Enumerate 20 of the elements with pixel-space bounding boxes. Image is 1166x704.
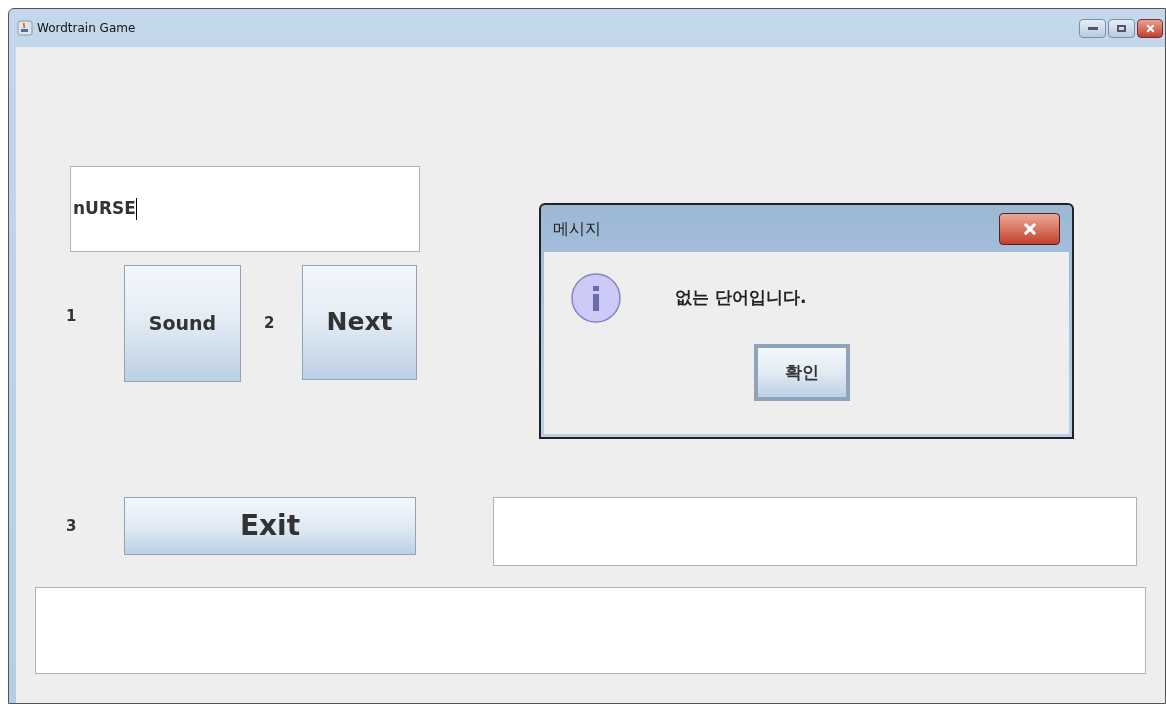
minimize-button[interactable] bbox=[1079, 18, 1106, 38]
close-button[interactable] bbox=[999, 212, 1060, 245]
row-number: 3 bbox=[66, 515, 78, 537]
info-icon bbox=[570, 272, 622, 324]
dialog-title: 메시지 bbox=[553, 217, 601, 240]
exit-button[interactable]: Exit bbox=[124, 497, 416, 555]
close-icon bbox=[1022, 221, 1037, 236]
text-field[interactable] bbox=[35, 587, 1146, 674]
window-title: Wordtrain Game bbox=[37, 20, 136, 37]
maximize-button[interactable] bbox=[1108, 18, 1135, 38]
sound-button[interactable]: Sound bbox=[124, 265, 241, 382]
ok-button[interactable]: 확인 bbox=[753, 344, 850, 401]
next-button[interactable]: Next bbox=[302, 264, 417, 380]
close-icon bbox=[1145, 23, 1155, 33]
word-field[interactable]: nURSE bbox=[70, 166, 420, 252]
row-number: 2 bbox=[263, 313, 276, 335]
close-button[interactable] bbox=[1137, 18, 1163, 38]
text-field[interactable] bbox=[493, 497, 1137, 566]
dialog-message: 없는 단어입니다. bbox=[675, 286, 807, 310]
row-number: 1 bbox=[66, 306, 78, 328]
